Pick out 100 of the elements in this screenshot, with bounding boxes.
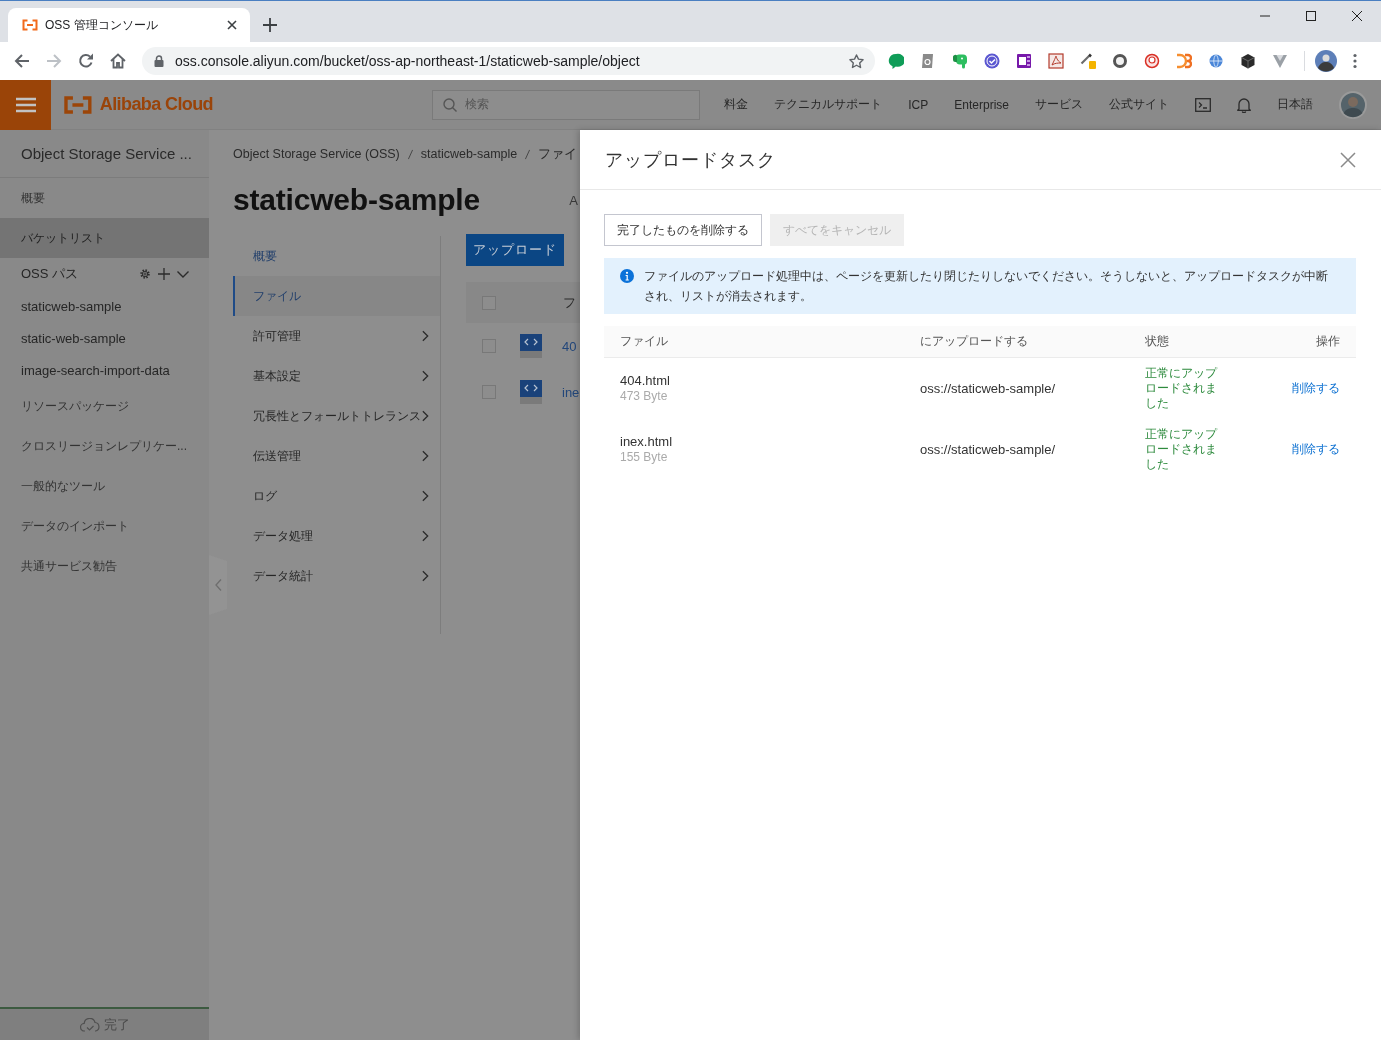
menu-item[interactable]: 許可管理 <box>233 316 440 356</box>
action-button[interactable]: 完了したものを削除する <box>604 214 762 246</box>
chevron-right-icon <box>422 490 429 502</box>
sidebar-item[interactable]: 概要 <box>0 178 209 218</box>
breadcrumb-link[interactable]: ファイ <box>538 145 578 163</box>
file-link[interactable]: 40 <box>562 338 577 354</box>
menu-item[interactable]: ファイル <box>233 276 440 316</box>
nav-link[interactable]: サービス <box>1035 96 1083 113</box>
bracket-logo-icon <box>63 95 93 114</box>
breadcrumb-separator-icon <box>525 148 531 160</box>
breadcrumb-link[interactable]: staticweb-sample <box>420 147 518 161</box>
elephant-icon[interactable] <box>952 53 968 69</box>
header-text: A <box>569 192 578 208</box>
file-name: inex.html <box>620 434 674 450</box>
search-icon <box>443 97 457 112</box>
arcs-icon[interactable] <box>1176 53 1192 69</box>
chevron-right-icon <box>422 370 429 382</box>
user-avatar-icon[interactable] <box>1339 90 1367 119</box>
menu-item[interactable]: 概要 <box>233 236 440 276</box>
breadcrumb-separator-icon <box>407 148 413 160</box>
column-header: にアップロードする <box>920 333 1029 350</box>
delete-link[interactable]: 削除する <box>1292 380 1340 397</box>
target-icon[interactable] <box>1144 53 1160 69</box>
ring-icon[interactable] <box>1112 53 1128 69</box>
bracket-logo-icon <box>22 19 38 31</box>
menu-item[interactable]: ログ <box>233 476 440 516</box>
chevron-right-icon <box>422 450 429 462</box>
menu-item[interactable]: 伝送管理 <box>233 436 440 476</box>
back-arrow-icon[interactable] <box>14 53 30 69</box>
nav-link[interactable]: テクニカルサポート <box>774 96 883 113</box>
check-circle-icon[interactable] <box>984 53 1000 69</box>
document-icon[interactable] <box>1048 53 1064 69</box>
globe-icon[interactable] <box>1208 53 1224 69</box>
chevron-down-icon[interactable] <box>177 268 189 280</box>
sidebar-item[interactable]: リソースパッケージ <box>0 386 209 426</box>
sidebar-item[interactable]: staticweb-sample <box>0 290 209 322</box>
column-header: 操作 <box>1316 333 1340 350</box>
add-icon[interactable] <box>158 268 170 280</box>
menu-item[interactable]: 冗長性とフォールトトレランス <box>233 396 440 436</box>
menu-icon <box>15 96 36 113</box>
column-header: 状態 <box>1145 333 1170 350</box>
drawer-title: アップロードタスク <box>605 148 776 172</box>
column-header: フ <box>563 293 576 312</box>
sidebar-item[interactable]: データのインポート <box>0 506 209 546</box>
browser-tab[interactable]: OSS 管理コンソール <box>8 8 250 42</box>
menu-button[interactable] <box>0 79 51 130</box>
chevron-right-icon <box>422 530 429 542</box>
upload-button[interactable]: アップロード <box>466 234 564 266</box>
delete-link[interactable]: 削除する <box>1292 441 1340 458</box>
eyedropper-icon[interactable] <box>1080 53 1096 69</box>
nav-link[interactable]: ICP <box>908 97 929 112</box>
cube-icon[interactable] <box>1240 53 1256 69</box>
sidebar-item[interactable]: クロスリージョンレプリケー... <box>0 426 209 466</box>
add-icon[interactable] <box>263 18 277 32</box>
terminal-icon[interactable] <box>1195 97 1211 112</box>
sidebar-item[interactable]: 共通サービス勧告 <box>0 546 209 586</box>
chevron-right-icon <box>422 410 429 422</box>
nav-link[interactable]: Enterprise <box>954 97 1009 112</box>
card-icon[interactable] <box>920 53 936 69</box>
status-text: 正常にアップロードされました <box>1145 427 1219 472</box>
settings-icon[interactable] <box>139 268 151 280</box>
notebook-icon[interactable] <box>1016 53 1032 69</box>
close-icon[interactable] <box>227 20 237 30</box>
nav-link[interactable]: 料金 <box>724 96 749 113</box>
status-text: 正常にアップロードされました <box>1145 366 1219 411</box>
menu-item[interactable]: データ統計 <box>233 556 440 596</box>
sidebar-item[interactable]: static-web-sample <box>0 322 209 354</box>
v-shape-icon[interactable] <box>1272 53 1288 69</box>
sidebar-item[interactable]: image-search-import-data <box>0 354 209 386</box>
menu-item[interactable]: 基本設定 <box>233 356 440 396</box>
chevron-right-icon <box>422 330 429 342</box>
profile-avatar-icon[interactable] <box>1315 50 1337 72</box>
breadcrumb-link[interactable]: Object Storage Service (OSS) <box>233 147 400 161</box>
destination-path: oss://staticweb-sample/ <box>920 442 1057 457</box>
code-file-icon <box>520 380 542 404</box>
code-file-icon <box>520 334 542 358</box>
lock-icon <box>154 55 164 67</box>
column-header: ファイル <box>620 333 669 350</box>
language-selector[interactable]: 日本語 <box>1277 96 1313 113</box>
logo-text: Alibaba Cloud <box>99 94 213 115</box>
file-size: 155 Byte <box>620 450 669 465</box>
bookmark-star-icon[interactable] <box>849 53 864 69</box>
menu-item[interactable]: データ処理 <box>233 516 440 556</box>
reload-icon[interactable] <box>78 53 94 69</box>
file-link[interactable]: ine <box>562 384 580 400</box>
sidebar-item[interactable]: 一般的なツール <box>0 466 209 506</box>
sidebar-group-header[interactable]: OSS パス <box>0 258 209 290</box>
destination-path: oss://staticweb-sample/ <box>920 381 1057 396</box>
maximize-icon[interactable] <box>1306 10 1316 21</box>
more-menu-icon[interactable] <box>1353 53 1357 69</box>
close-icon[interactable] <box>1352 10 1362 21</box>
collapse-handle[interactable] <box>209 555 227 615</box>
address-bar[interactable]: oss.console.aliyun.com/bucket/oss-ap-northeast-1/staticweb-sample/object <box>142 47 875 75</box>
file-size: 473 Byte <box>620 389 669 404</box>
nav-link[interactable]: 公式サイト <box>1109 96 1169 113</box>
chevron-left-icon <box>214 579 222 591</box>
home-icon[interactable] <box>110 53 126 69</box>
sidebar-item[interactable]: バケットリスト <box>0 218 209 258</box>
chat-bubble-icon[interactable] <box>888 53 904 69</box>
notification-bell-icon[interactable] <box>1237 96 1251 113</box>
